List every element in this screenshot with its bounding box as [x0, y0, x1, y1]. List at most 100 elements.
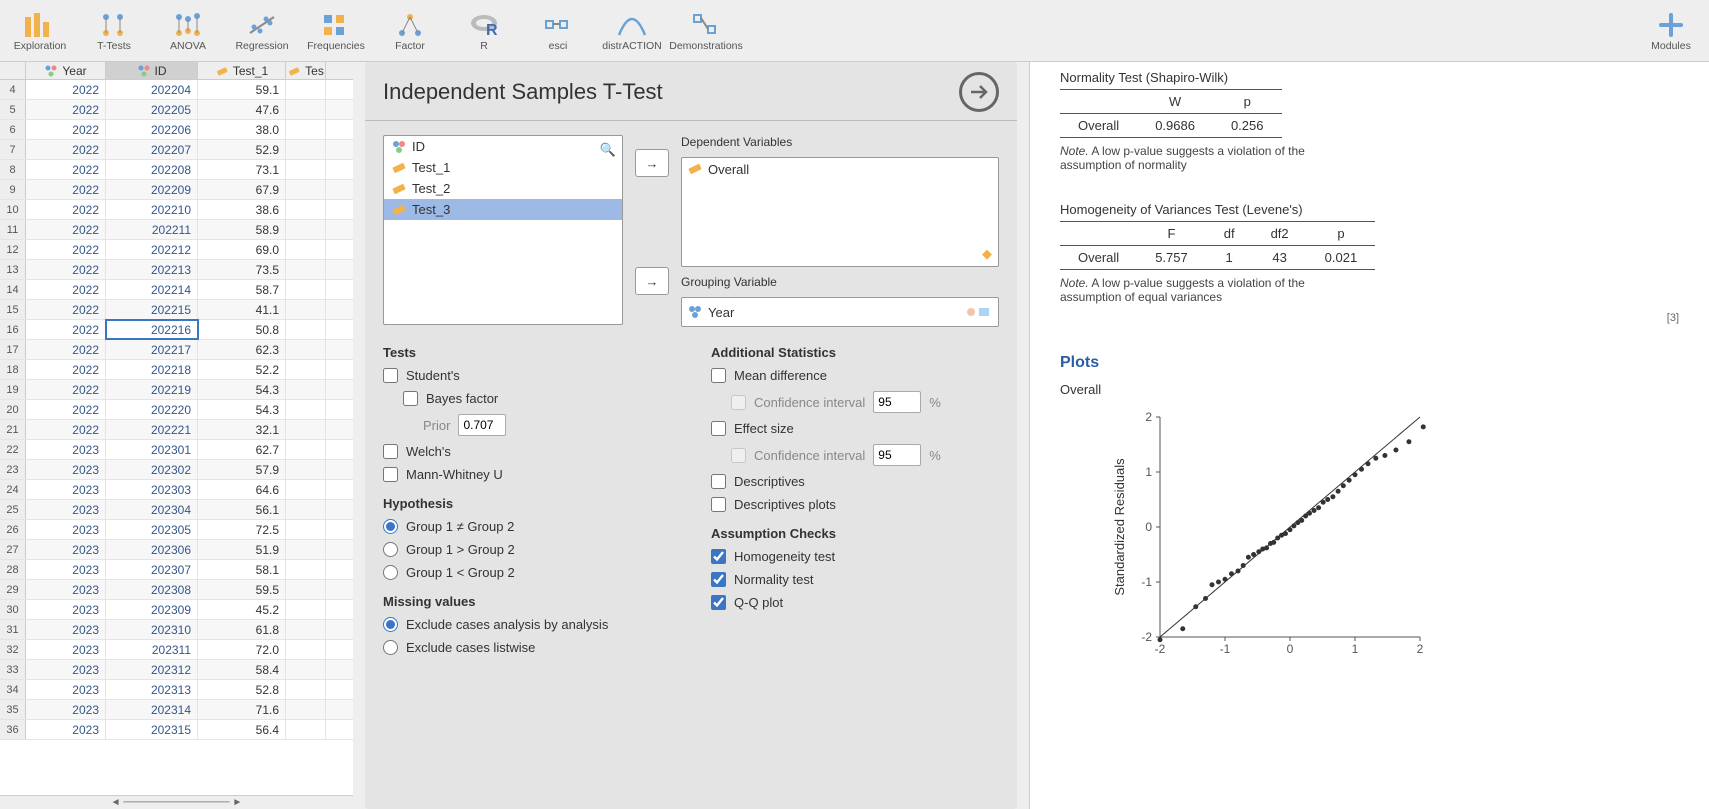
table-row[interactable]: 21202220222132.1 — [0, 420, 353, 440]
table-row[interactable]: 16202220221650.8 — [0, 320, 353, 340]
cell-test2[interactable] — [286, 600, 326, 619]
cell-test2[interactable] — [286, 160, 326, 179]
cell-year[interactable]: 2023 — [26, 520, 106, 539]
cell-test1[interactable]: 69.0 — [198, 240, 286, 259]
cell-test2[interactable] — [286, 480, 326, 499]
cell-test1[interactable]: 72.5 — [198, 520, 286, 539]
cell-test1[interactable]: 58.4 — [198, 660, 286, 679]
missing-listwise-radio[interactable]: Exclude cases listwise — [383, 640, 671, 655]
var-item-test_3[interactable]: Test_3 — [384, 199, 622, 220]
effsize-ci-input[interactable] — [873, 444, 921, 466]
descriptives-checkbox[interactable]: Descriptives — [711, 474, 999, 489]
table-row[interactable]: 14202220221458.7 — [0, 280, 353, 300]
tool-anova[interactable]: ANOVA — [156, 3, 220, 59]
cell-test2[interactable] — [286, 560, 326, 579]
cell-test1[interactable]: 50.8 — [198, 320, 286, 339]
column-header-year[interactable]: Year — [26, 62, 106, 79]
cell-test2[interactable] — [286, 420, 326, 439]
cell-year[interactable]: 2022 — [26, 140, 106, 159]
cell-year[interactable]: 2022 — [26, 360, 106, 379]
table-row[interactable]: 7202220220752.9 — [0, 140, 353, 160]
cell-id[interactable]: 202209 — [106, 180, 198, 199]
cell-year[interactable]: 2022 — [26, 80, 106, 99]
column-header-id[interactable]: ID — [106, 62, 198, 79]
effsize-ci-checkbox[interactable]: Confidence interval — [731, 448, 865, 463]
cell-year[interactable]: 2023 — [26, 600, 106, 619]
cell-id[interactable]: 202216 — [106, 320, 198, 339]
available-variables-list[interactable]: 🔍 IDTest_1Test_2Test_3 — [383, 135, 623, 325]
cell-test1[interactable]: 52.2 — [198, 360, 286, 379]
table-row[interactable]: 22202320230162.7 — [0, 440, 353, 460]
cell-year[interactable]: 2023 — [26, 660, 106, 679]
cell-id[interactable]: 202309 — [106, 600, 198, 619]
table-row[interactable]: 29202320230859.5 — [0, 580, 353, 600]
table-row[interactable]: 32202320231172.0 — [0, 640, 353, 660]
table-row[interactable]: 8202220220873.1 — [0, 160, 353, 180]
move-to-group-button[interactable]: → — [635, 267, 669, 295]
cell-test1[interactable]: 52.8 — [198, 680, 286, 699]
table-row[interactable]: 31202320231061.8 — [0, 620, 353, 640]
cell-id[interactable]: 202207 — [106, 140, 198, 159]
cell-id[interactable]: 202213 — [106, 260, 198, 279]
table-row[interactable]: 35202320231471.6 — [0, 700, 353, 720]
cell-id[interactable]: 202205 — [106, 100, 198, 119]
cell-year[interactable]: 2022 — [26, 180, 106, 199]
cell-id[interactable]: 202219 — [106, 380, 198, 399]
cell-test1[interactable]: 71.6 — [198, 700, 286, 719]
var-item-test_2[interactable]: Test_2 — [384, 178, 622, 199]
tool-r[interactable]: R R — [452, 3, 516, 59]
cell-test1[interactable]: 45.2 — [198, 600, 286, 619]
cell-year[interactable]: 2023 — [26, 620, 106, 639]
cell-test1[interactable]: 62.7 — [198, 440, 286, 459]
table-row[interactable]: 17202220221762.3 — [0, 340, 353, 360]
cell-test2[interactable] — [286, 700, 326, 719]
bayes-checkbox[interactable]: Bayes factor — [403, 391, 671, 406]
table-row[interactable]: 9202220220967.9 — [0, 180, 353, 200]
cell-test1[interactable]: 54.3 — [198, 380, 286, 399]
cell-test1[interactable]: 59.1 — [198, 80, 286, 99]
cell-year[interactable]: 2022 — [26, 220, 106, 239]
table-row[interactable]: 4202220220459.1 — [0, 80, 353, 100]
cell-test2[interactable] — [286, 320, 326, 339]
cell-test2[interactable] — [286, 620, 326, 639]
cell-test2[interactable] — [286, 380, 326, 399]
cell-id[interactable]: 202306 — [106, 540, 198, 559]
cell-year[interactable]: 2022 — [26, 200, 106, 219]
cell-id[interactable]: 202210 — [106, 200, 198, 219]
tool-factor[interactable]: Factor — [378, 3, 442, 59]
cell-test2[interactable] — [286, 100, 326, 119]
cell-test1[interactable]: 58.1 — [198, 560, 286, 579]
cell-test1[interactable]: 38.6 — [198, 200, 286, 219]
cell-test2[interactable] — [286, 200, 326, 219]
cell-year[interactable]: 2023 — [26, 720, 106, 739]
cell-test2[interactable] — [286, 240, 326, 259]
cell-id[interactable]: 202305 — [106, 520, 198, 539]
cell-year[interactable]: 2023 — [26, 480, 106, 499]
cell-year[interactable]: 2022 — [26, 420, 106, 439]
cell-test2[interactable] — [286, 440, 326, 459]
cell-id[interactable]: 202302 — [106, 460, 198, 479]
tool-demonstrations[interactable]: Demonstrations — [674, 3, 738, 59]
cell-test2[interactable] — [286, 280, 326, 299]
descplots-checkbox[interactable]: Descriptives plots — [711, 497, 999, 512]
cell-id[interactable]: 202221 — [106, 420, 198, 439]
cell-id[interactable]: 202311 — [106, 640, 198, 659]
table-row[interactable]: 34202320231352.8 — [0, 680, 353, 700]
cell-test2[interactable] — [286, 660, 326, 679]
cell-id[interactable]: 202307 — [106, 560, 198, 579]
cell-test2[interactable] — [286, 340, 326, 359]
cell-id[interactable]: 202206 — [106, 120, 198, 139]
cell-id[interactable]: 202315 — [106, 720, 198, 739]
cell-test2[interactable] — [286, 300, 326, 319]
hyp-lt-radio[interactable]: Group 1 < Group 2 — [383, 565, 671, 580]
meandiff-ci-input[interactable] — [873, 391, 921, 413]
column-header-tes[interactable]: Tes — [286, 62, 326, 79]
cell-id[interactable]: 202218 — [106, 360, 198, 379]
table-row[interactable]: 27202320230651.9 — [0, 540, 353, 560]
cell-test1[interactable]: 72.0 — [198, 640, 286, 659]
cell-year[interactable]: 2023 — [26, 580, 106, 599]
tool-exploration[interactable]: Exploration — [8, 3, 72, 59]
hyp-gt-radio[interactable]: Group 1 > Group 2 — [383, 542, 671, 557]
table-row[interactable]: 33202320231258.4 — [0, 660, 353, 680]
var-item-test_1[interactable]: Test_1 — [384, 157, 622, 178]
